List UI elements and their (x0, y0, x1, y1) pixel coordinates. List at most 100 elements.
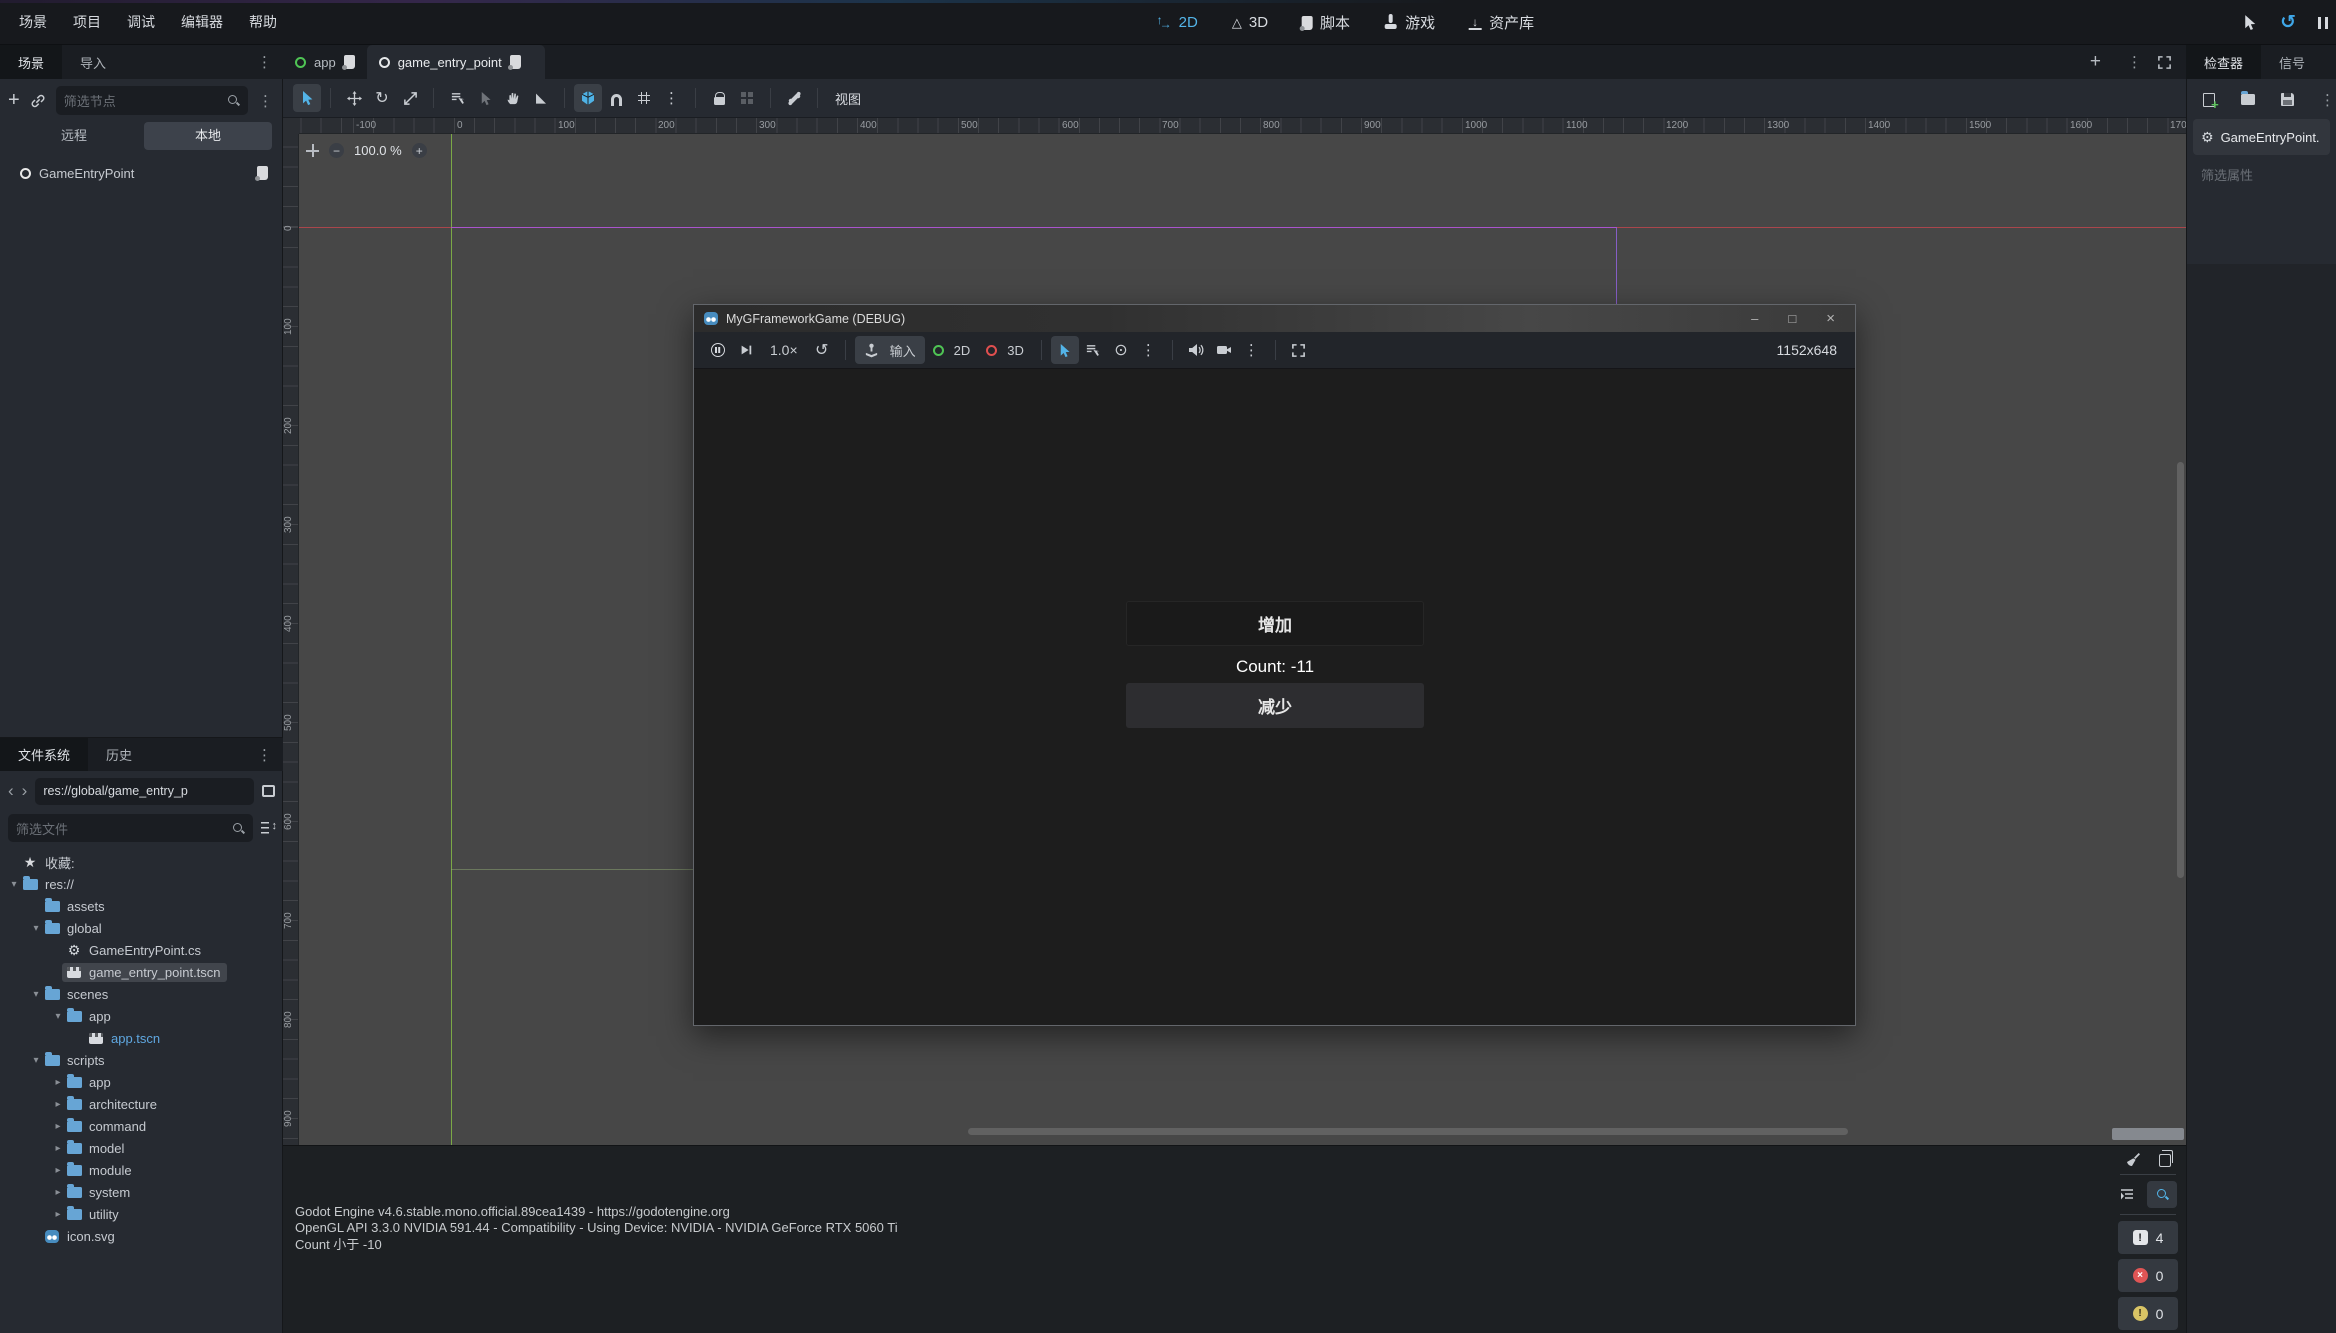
attached-script-icon[interactable] (257, 166, 268, 180)
snap-options-grid-button[interactable] (630, 84, 658, 112)
script-icon[interactable] (344, 55, 355, 69)
dock-tab[interactable]: 文件系统 (0, 738, 88, 771)
game-zoom-level[interactable]: 1.0× (760, 342, 808, 358)
zoom-in-button[interactable]: + (412, 143, 427, 158)
game-list-select-button[interactable] (1079, 336, 1107, 364)
output-console[interactable]: Godot Engine v4.6.stable.mono.official.8… (283, 1145, 2186, 1333)
file-tree-item[interactable]: ▾ global (0, 917, 283, 939)
minimize-button[interactable]: – (1751, 311, 1758, 326)
zoom-percent[interactable]: 100.0 % (354, 143, 402, 158)
dock-menu-icon[interactable]: ⋮ (257, 53, 283, 71)
mute-audio-icon[interactable] (1182, 336, 1210, 364)
scene-tab[interactable]: game_entry_point (367, 45, 545, 79)
increase-button[interactable]: 增加 (1126, 601, 1424, 646)
move-tool-button[interactable] (340, 84, 368, 112)
pivot-tool-button[interactable] (471, 84, 499, 112)
expand-arrow-icon[interactable]: ▸ (50, 1187, 66, 1198)
menu-item[interactable]: 帮助 (236, 8, 290, 36)
dock-tab[interactable]: 导入 (62, 45, 124, 79)
expand-arrow-icon[interactable]: ▸ (50, 1143, 66, 1154)
script-icon[interactable] (510, 55, 521, 69)
embed-fullscreen-icon[interactable] (1285, 336, 1313, 364)
lock-node-button[interactable] (705, 84, 733, 112)
view-mode-button[interactable]: 游戏 (1384, 12, 1435, 33)
close-button[interactable]: × (1826, 310, 1835, 327)
file-tree-item[interactable]: GameEntryPoint.cs (0, 939, 283, 961)
filter-properties-input[interactable]: 筛选属性 (2193, 165, 2330, 184)
current-path-field[interactable]: res://global/game_entry_p (35, 778, 254, 805)
camera-menu-icon[interactable]: ⋮ (1238, 336, 1266, 364)
game-window-titlebar[interactable]: MyGFrameworkGame (DEBUG) – □ × (694, 305, 1855, 332)
expand-arrow-icon[interactable]: ▸ (50, 1077, 66, 1088)
scrollbar-corner-handle[interactable] (2112, 1128, 2184, 1140)
instance-scene-link-icon[interactable] (30, 93, 46, 109)
expand-arrow-icon[interactable]: ▸ (50, 1099, 66, 1110)
view-mode-button[interactable]: 3D (1232, 14, 1268, 31)
new-scene-tab-button[interactable]: + (2078, 45, 2113, 79)
expand-arrow-icon[interactable]: ▸ (50, 1209, 66, 1220)
decrease-button[interactable]: 减少 (1126, 683, 1424, 728)
game-select-menu-icon[interactable]: ⋮ (1135, 336, 1163, 364)
menu-item[interactable]: 调试 (114, 8, 168, 36)
horizontal-scrollbar[interactable] (968, 1128, 1848, 1135)
skeleton-options-button[interactable] (780, 84, 808, 112)
file-tree-item[interactable]: ▾ scripts (0, 1049, 283, 1071)
filter-nodes-input[interactable]: 筛选节点 (56, 86, 248, 115)
pause-game-icon[interactable] (704, 336, 732, 364)
maximize-button[interactable]: □ (1788, 311, 1796, 326)
nav-forward-icon[interactable]: › (22, 781, 28, 801)
scene-panel-menu-icon[interactable]: ⋮ (258, 92, 274, 110)
canvas-viewport[interactable]: -100010020030040050060070080090010001100… (283, 118, 2186, 1145)
rotate-tool-button[interactable]: ↻ (368, 84, 396, 112)
show-list-select-button[interactable] (443, 84, 471, 112)
menu-item[interactable]: 场景 (6, 8, 60, 36)
file-tree-item[interactable]: ▸ command (0, 1115, 283, 1137)
nav-back-icon[interactable]: ‹ (8, 781, 14, 801)
message-count-badge[interactable]: × 0 (2118, 1259, 2178, 1292)
dock-tab[interactable]: 信号 (2261, 45, 2323, 79)
expand-arrow-icon[interactable]: ▸ (50, 1165, 66, 1176)
reset-zoom-icon[interactable]: ↺ (808, 336, 836, 364)
scene-tree-root-node[interactable]: GameEntryPoint (0, 162, 282, 184)
zoom-out-button[interactable]: − (329, 143, 344, 158)
camera-override-icon[interactable] (1210, 336, 1238, 364)
filter-files-input[interactable]: 筛选文件 (8, 814, 253, 842)
file-tree-item[interactable]: ▸ module (0, 1159, 283, 1181)
center-view-icon[interactable] (306, 144, 319, 157)
dock-tab[interactable]: 历史 (88, 738, 150, 771)
expand-arrow-icon[interactable]: ▾ (50, 1011, 66, 1022)
expand-arrow-icon[interactable]: ▾ (28, 923, 44, 934)
scene-tabs-menu-icon[interactable]: ⋮ (2113, 53, 2157, 71)
game-2d-view-button[interactable]: 2D (925, 336, 979, 364)
group-node-button[interactable] (733, 84, 761, 112)
local-button[interactable]: 本地 (144, 122, 272, 150)
scene-tab[interactable]: app (283, 45, 367, 79)
expand-arrow-icon[interactable]: ▾ (28, 1055, 44, 1066)
distraction-free-icon[interactable] (2157, 55, 2172, 70)
file-tree-item[interactable]: ▸ system (0, 1181, 283, 1203)
expand-arrow-icon[interactable]: ▾ (28, 989, 44, 1000)
file-tree-item[interactable]: ▸ utility (0, 1203, 283, 1225)
picking-mode-icon[interactable]: ⊙ (1107, 336, 1135, 364)
split-view-icon[interactable] (262, 785, 275, 797)
file-tree-item[interactable]: ▾ scenes (0, 983, 283, 1005)
dock-tab[interactable]: 场景 (0, 45, 62, 79)
grid-snap-magnet-button[interactable] (602, 84, 630, 112)
smart-snap-button[interactable] (574, 84, 602, 112)
file-tree-item[interactable]: ▾ app (0, 1005, 283, 1027)
snap-menu-icon[interactable]: ⋮ (658, 84, 686, 112)
message-count-badge[interactable]: ! 4 (2118, 1221, 2178, 1254)
inspector-menu-icon[interactable]: ⋮ (2320, 91, 2336, 109)
copy-output-icon[interactable] (2159, 1154, 2171, 1167)
save-resource-icon[interactable] (2281, 93, 2294, 106)
expand-arrow-icon[interactable]: ▾ (6, 879, 22, 890)
game-select-mode-button[interactable] (1051, 336, 1079, 364)
reload-icon[interactable]: ↺ (2280, 11, 2296, 34)
menu-item[interactable]: 项目 (60, 8, 114, 36)
file-tree-item[interactable]: ▾ res:// (0, 873, 283, 895)
expand-arrow-icon[interactable]: ▸ (50, 1121, 66, 1132)
next-frame-icon[interactable] (732, 336, 760, 364)
input-mode-button[interactable]: 输入 (855, 336, 925, 364)
message-count-badge[interactable]: ! 0 (2118, 1297, 2178, 1330)
file-tree-item[interactable]: game_entry_point.tscn (0, 961, 283, 983)
